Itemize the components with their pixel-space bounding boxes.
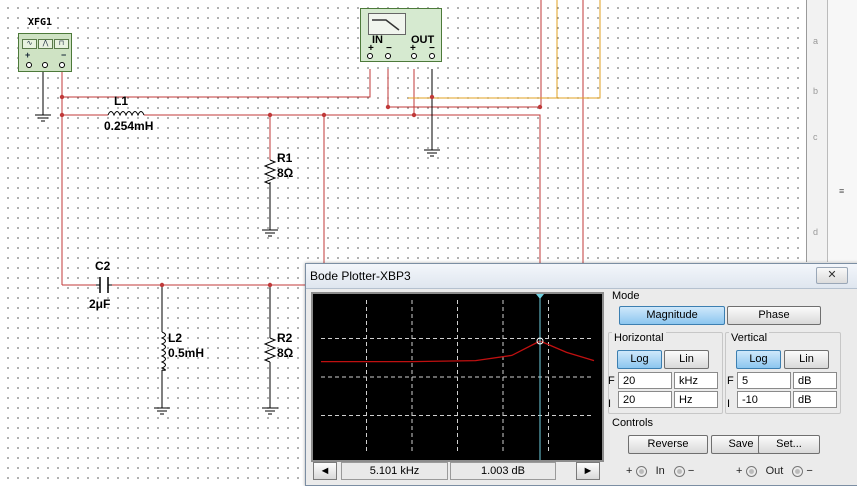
c2-value: 2μF (89, 297, 111, 311)
bode-plotter-window[interactable]: Bode Plotter-XBP3 ✕ ◄ 5.101 kHz 1.003 dB… (305, 263, 857, 486)
junction-dot (159, 282, 165, 288)
magnitude-readout: 1.003 dB (450, 462, 556, 480)
side-panel-strip[interactable]: ≡ (827, 0, 857, 262)
r2-symbol (263, 337, 277, 363)
vertical-ruler: a b c d (806, 0, 828, 262)
mode-label: Mode (612, 290, 640, 302)
l1-value: 0.254mH (104, 119, 154, 133)
phase-button[interactable]: Phase (727, 306, 821, 325)
xfg-terminals (26, 62, 65, 68)
bode-window-title: Bode Plotter-XBP3 (310, 269, 411, 283)
r1-name: R1 (277, 151, 293, 165)
bode-display-screen[interactable] (311, 292, 604, 462)
horizontal-initial-label: I (608, 398, 612, 410)
horizontal-log-button[interactable]: Log (617, 350, 662, 369)
horizontal-final-label: F (608, 375, 615, 387)
l2-value: 0.5mH (168, 346, 205, 360)
in-plus-sign: + (626, 465, 633, 477)
xfg-pin-plus: + (25, 50, 31, 60)
bode-title-bar[interactable]: Bode Plotter-XBP3 ✕ (306, 264, 857, 289)
plot-grid (321, 300, 594, 454)
horizontal-lin-button[interactable]: Lin (664, 350, 709, 369)
c2-name: C2 (95, 259, 111, 273)
ruler-mark: b (813, 86, 819, 96)
cursor-right-button[interactable]: ► (576, 462, 600, 480)
horizontal-final-input[interactable]: 20 (618, 372, 672, 389)
vertical-initial-unit[interactable]: dB (793, 391, 837, 408)
bode-plotter-icon[interactable]: IN OUT + − + − (360, 8, 442, 62)
function-generator-xfg1[interactable]: ∿ ⋀ ⊓ + − (18, 33, 72, 72)
junction-dot (537, 104, 543, 110)
cursor-marker (536, 294, 545, 299)
horizontal-initial-unit[interactable]: Hz (674, 391, 718, 408)
ruler-mark: d (813, 227, 819, 237)
triangle-wave-icon: ⋀ (38, 39, 53, 49)
vertical-initial-label: I (727, 398, 731, 410)
in-terminal-label: In (655, 465, 665, 477)
r2-value: 8Ω (277, 346, 294, 360)
panel-grip-icon[interactable]: ≡ (839, 186, 844, 196)
c2-symbol (96, 277, 112, 293)
vertical-log-button[interactable]: Log (736, 350, 781, 369)
junction-dot (267, 112, 273, 118)
vertical-label: Vertical (729, 332, 770, 344)
horizontal-label: Horizontal (612, 332, 666, 344)
out-minus-sign: − (806, 465, 813, 477)
in-minus-sign: − (687, 465, 695, 477)
controls-label: Controls (612, 417, 653, 429)
in-minus-terminal[interactable] (673, 465, 685, 477)
wire-l1-right (144, 114, 541, 263)
vertical-final-input[interactable]: 5 (737, 372, 791, 389)
bode-plot (321, 294, 595, 460)
magnitude-button[interactable]: Magnitude (619, 306, 725, 325)
out-minus-terminal[interactable] (792, 465, 804, 477)
horizontal-final-unit[interactable]: kHz (674, 372, 718, 389)
r2-name: R2 (277, 331, 293, 345)
r1-value: 8Ω (277, 166, 294, 180)
vertical-final-label: F (727, 375, 734, 387)
junction-dot (59, 94, 65, 100)
bode-icon-terminals (367, 53, 435, 59)
wire-probe-orange-2 (557, 0, 601, 99)
reverse-button[interactable]: Reverse (628, 435, 708, 454)
wire-bode-in-minus (387, 69, 540, 108)
vertical-lin-button[interactable]: Lin (784, 350, 829, 369)
cursor-left-button[interactable]: ◄ (313, 462, 337, 480)
junction-dot (267, 282, 273, 288)
cursor-readout-bar: ◄ 5.101 kHz 1.003 dB ► (311, 462, 600, 480)
junction-dot (429, 94, 435, 100)
ruler-mark: a (813, 36, 819, 46)
l2-symbol (160, 331, 166, 371)
out-terminal-label: Out (765, 465, 784, 477)
xfg-name: XFG1 (28, 17, 53, 28)
in-terminal-group: + In − (626, 465, 694, 477)
square-wave-icon: ⊓ (54, 39, 69, 49)
r1-symbol (263, 159, 277, 185)
junction-dot (59, 112, 65, 118)
wire-top-net (61, 69, 371, 98)
xfg-pin-minus: − (61, 50, 67, 60)
l2-name: L2 (168, 331, 183, 345)
horizontal-initial-input[interactable]: 20 (618, 391, 672, 408)
out-plus-terminal[interactable] (745, 465, 757, 477)
l1-name: L1 (114, 94, 129, 108)
vertical-initial-input[interactable]: -10 (737, 391, 791, 408)
bode-icon-screen (368, 13, 406, 35)
close-button[interactable]: ✕ (816, 267, 848, 284)
ruler-mark: c (813, 132, 818, 142)
junction-dot (411, 112, 417, 118)
sine-wave-icon: ∿ (22, 39, 37, 49)
vertical-final-unit[interactable]: dB (793, 372, 837, 389)
out-terminal-group: + Out − (736, 465, 813, 477)
junction-dot (385, 104, 391, 110)
in-plus-terminal[interactable] (635, 465, 647, 477)
l1-symbol (107, 111, 145, 117)
out-plus-sign: + (736, 465, 743, 477)
frequency-readout: 5.101 kHz (341, 462, 448, 480)
set-button[interactable]: Set... (758, 435, 820, 454)
junction-dot (321, 112, 327, 118)
